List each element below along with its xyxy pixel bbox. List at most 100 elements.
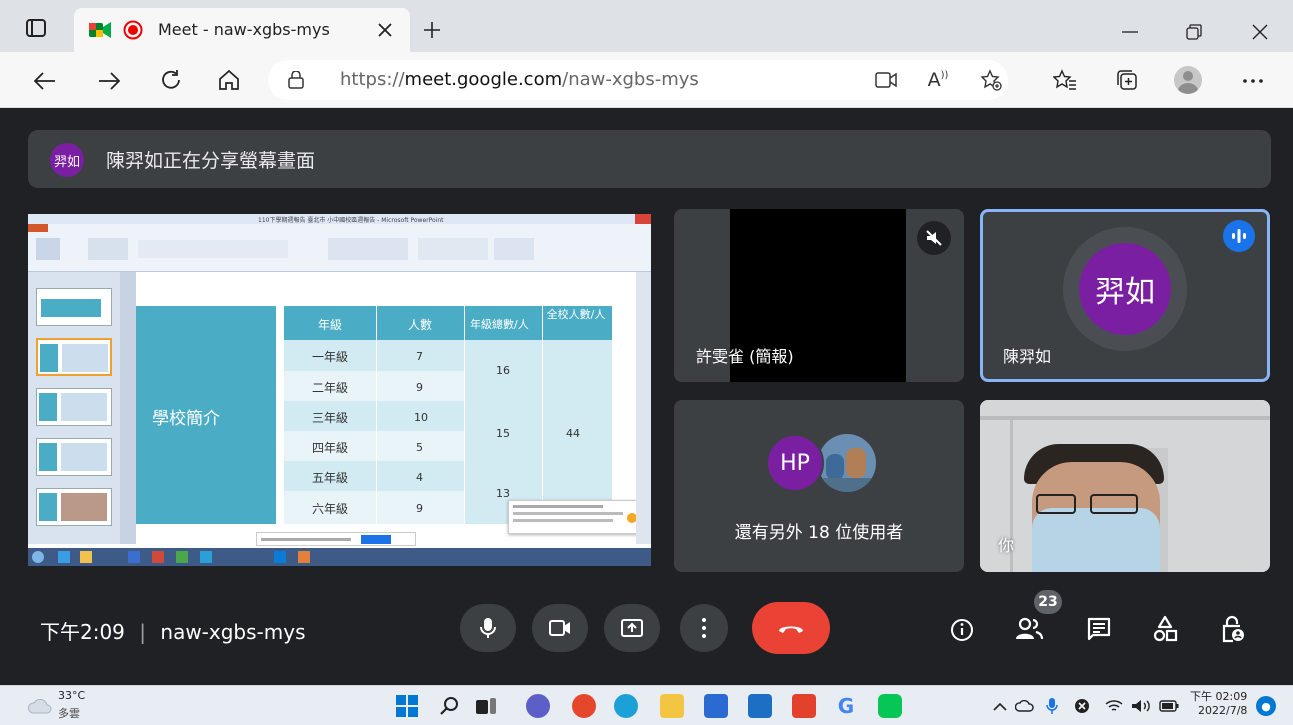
search-icon[interactable] bbox=[438, 694, 462, 718]
people-icon[interactable] bbox=[1012, 614, 1046, 644]
onedrive-icon[interactable] bbox=[1014, 696, 1036, 716]
participant-tile-presenter[interactable]: 許雯雀 (簡報) bbox=[674, 209, 964, 382]
clock-time[interactable]: 下午 02:09 bbox=[1190, 688, 1247, 704]
meet-stage: 羿如 陳羿如正在分享螢幕畫面 110下學期週報告 臺北市 小中國校區週報告 - … bbox=[0, 108, 1293, 685]
others-avatar-text: HP bbox=[780, 450, 810, 476]
mic-in-use-icon[interactable] bbox=[1042, 696, 1062, 716]
recording-icon bbox=[122, 19, 144, 41]
mic-off-icon bbox=[926, 230, 942, 246]
mic-icon bbox=[480, 618, 496, 638]
self-label: 你 bbox=[998, 536, 1015, 555]
others-avatar: HP bbox=[766, 434, 824, 492]
url-text: https://meet.google.com/naw-xgbs-mys bbox=[340, 69, 699, 90]
edge-icon[interactable] bbox=[614, 694, 638, 718]
sharer-avatar: 羿如 bbox=[1079, 243, 1171, 335]
back-icon[interactable] bbox=[32, 68, 58, 94]
read-aloud-icon[interactable]: A)) bbox=[924, 68, 952, 92]
present-icon bbox=[621, 619, 643, 637]
minimize-icon[interactable] bbox=[1118, 20, 1142, 44]
close-window-icon[interactable] bbox=[1248, 20, 1272, 44]
activities-icon[interactable] bbox=[1150, 613, 1180, 645]
site-info-icon[interactable] bbox=[286, 70, 306, 90]
participant-tile-sharer[interactable]: 羿如 陳羿如 bbox=[980, 209, 1270, 382]
wifi-icon[interactable] bbox=[1104, 696, 1124, 716]
chat-app-icon[interactable] bbox=[526, 694, 550, 718]
more-vert-icon bbox=[702, 618, 706, 638]
slide-heading-box: 學校簡介 bbox=[136, 306, 276, 524]
more-options-button[interactable] bbox=[680, 604, 728, 652]
row-grade-4: 四年級 bbox=[312, 441, 349, 455]
browser-tab-bar: Meet - naw-xgbs-mys bbox=[0, 0, 1293, 52]
banner-avatar-text: 羿如 bbox=[53, 154, 80, 170]
volume-icon[interactable] bbox=[1130, 696, 1152, 716]
present-button[interactable] bbox=[604, 604, 660, 652]
new-tab-icon[interactable] bbox=[420, 18, 444, 42]
presenting-banner: 羿如 陳羿如正在分享螢幕畫面 bbox=[28, 130, 1271, 188]
camera-button[interactable] bbox=[532, 604, 588, 652]
mail-icon[interactable] bbox=[748, 694, 772, 718]
app-tray-icon[interactable] bbox=[1072, 696, 1092, 716]
office-icon[interactable] bbox=[792, 694, 816, 718]
meet-favicon-icon bbox=[88, 19, 112, 41]
notifications-badge[interactable]: ● bbox=[1256, 696, 1276, 716]
profile-avatar[interactable] bbox=[1174, 66, 1202, 94]
address-bar[interactable]: https://meet.google.com/naw-xgbs-mys A)) bbox=[268, 60, 1008, 100]
close-tab-icon[interactable] bbox=[374, 19, 396, 41]
store-icon[interactable] bbox=[704, 694, 728, 718]
google-icon[interactable]: G bbox=[834, 694, 858, 718]
tab-title: Meet - naw-xgbs-mys bbox=[158, 20, 330, 39]
line-icon[interactable] bbox=[878, 694, 902, 718]
th-grade: 年級 bbox=[318, 318, 343, 332]
clock-date[interactable]: 2022/7/8 bbox=[1198, 704, 1247, 717]
more-options-icon[interactable] bbox=[1240, 68, 1266, 94]
inner-share-bar bbox=[256, 532, 416, 546]
host-controls-icon[interactable] bbox=[1218, 613, 1248, 645]
weather-temp: 33°C bbox=[58, 689, 86, 702]
weather-icon[interactable] bbox=[26, 696, 54, 716]
shared-screen: 110下學期週報告 臺北市 小中國校區週報告 - Microsoft Power… bbox=[28, 214, 651, 566]
camera-permission-icon[interactable] bbox=[874, 69, 898, 91]
row-count-6: 9 bbox=[416, 502, 423, 515]
school-total: 44 bbox=[566, 427, 580, 440]
file-explorer-icon[interactable] bbox=[660, 694, 684, 718]
browser-tab-meet[interactable]: Meet - naw-xgbs-mys bbox=[74, 8, 410, 52]
participant-tile-self[interactable]: 你 bbox=[980, 400, 1270, 572]
self-video bbox=[980, 400, 1270, 572]
collections-icon[interactable] bbox=[1114, 67, 1140, 93]
url-host: meet.google.com bbox=[404, 69, 563, 90]
app-icon-red[interactable] bbox=[572, 694, 596, 718]
hang-up-icon bbox=[779, 626, 803, 633]
table-header-row: 年級 人數 年級總數/人 全校人數/人 bbox=[284, 306, 612, 340]
restore-icon[interactable] bbox=[1182, 20, 1206, 44]
banner-avatar: 羿如 bbox=[50, 143, 84, 177]
people-count: 23 bbox=[1038, 594, 1058, 610]
slide-heading: 學校簡介 bbox=[152, 409, 220, 429]
url-path: /naw-xgbs-mys bbox=[562, 69, 699, 90]
row-grade-1: 一年級 bbox=[312, 350, 349, 364]
end-call-button[interactable] bbox=[752, 602, 830, 654]
task-view-icon[interactable] bbox=[474, 694, 498, 718]
row-count-3: 10 bbox=[414, 411, 428, 424]
meeting-code: naw-xgbs-mys bbox=[160, 620, 306, 644]
mic-button[interactable] bbox=[460, 604, 516, 652]
add-favorite-icon[interactable] bbox=[978, 68, 1004, 92]
favorites-icon[interactable] bbox=[1052, 67, 1078, 93]
meeting-info-icon[interactable] bbox=[948, 616, 976, 644]
group-total-1: 16 bbox=[496, 364, 510, 377]
speaking-indicator bbox=[1223, 220, 1255, 252]
participant-tile-others[interactable]: HP 還有另外 18 位使用者 bbox=[674, 400, 964, 572]
audio-level-icon bbox=[1232, 229, 1246, 243]
th-group-total: 年級總數/人 bbox=[470, 318, 529, 331]
start-icon[interactable] bbox=[396, 695, 418, 717]
home-icon[interactable] bbox=[216, 67, 242, 93]
chat-icon[interactable] bbox=[1084, 614, 1114, 644]
forward-icon[interactable] bbox=[96, 68, 122, 94]
inner-taskbar bbox=[28, 548, 651, 566]
battery-icon[interactable] bbox=[1158, 696, 1180, 716]
row-count-4: 5 bbox=[416, 441, 423, 454]
refresh-icon[interactable] bbox=[158, 67, 184, 93]
url-prefix: https:// bbox=[340, 69, 405, 90]
tab-actions-icon[interactable] bbox=[24, 16, 48, 40]
group-total-2: 15 bbox=[496, 427, 510, 440]
show-hidden-icons-icon[interactable] bbox=[990, 696, 1010, 716]
